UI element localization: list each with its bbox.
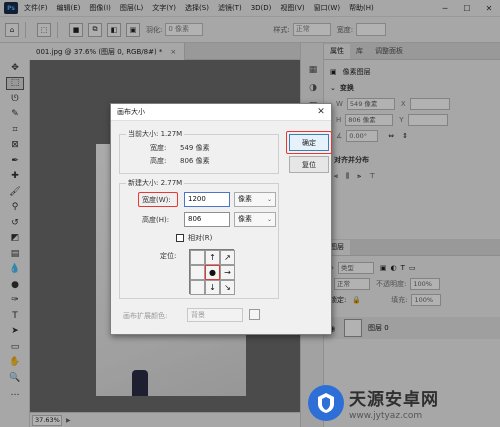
canvas-size-dialog: 画布大小 ✕ 当前大小: 1.27M 宽度: 549 像素 高度: 806 像素…: [110, 103, 332, 335]
watermark-title: 天源安卓网: [349, 389, 439, 410]
chevron-down-icon: ⌄: [266, 216, 272, 223]
arrow-up-right-icon: ↗: [224, 253, 231, 262]
anchor-top-left[interactable]: [190, 250, 205, 265]
arrow-up-icon: ↑: [209, 253, 216, 262]
current-size-label: 当前大小: 1.27M: [126, 129, 185, 139]
extension-color-select[interactable]: 背景: [187, 308, 243, 322]
current-width-label: 宽度:: [150, 144, 167, 152]
anchor-top-right[interactable]: ↗: [220, 250, 235, 265]
height-input[interactable]: 806: [184, 212, 230, 227]
anchor-grid: ↑ ↗ ● → ↓ ↘: [189, 249, 235, 295]
extension-color-swatch[interactable]: [249, 309, 260, 320]
width-input[interactable]: 1200: [184, 192, 230, 207]
width-unit-value: 像素: [238, 195, 252, 203]
anchor-dot-icon: ●: [209, 268, 216, 277]
anchor-top-center[interactable]: ↑: [205, 250, 220, 265]
watermark: 天源安卓网 www.jytyaz.com: [308, 380, 498, 425]
watermark-url: www.jytyaz.com: [349, 410, 423, 421]
width-label-highlight: [138, 192, 178, 207]
height-unit-select[interactable]: 像素 ⌄: [234, 212, 276, 227]
current-height-value: 806 像素: [180, 157, 210, 165]
anchor-middle-right[interactable]: →: [220, 265, 235, 280]
anchor-middle-center[interactable]: ●: [205, 265, 220, 280]
new-size-label: 新建大小: 2.77M: [126, 178, 185, 188]
relative-label: 相对(R): [188, 234, 213, 242]
anchor-bottom-left[interactable]: [190, 280, 205, 295]
height-unit-value: 像素: [238, 215, 252, 223]
current-height-label: 高度:: [150, 157, 167, 165]
reset-button[interactable]: 复位: [289, 156, 329, 173]
extension-color-label: 画布扩展颜色:: [123, 312, 168, 320]
arrow-down-icon: ↓: [209, 283, 216, 292]
current-width-value: 549 像素: [180, 144, 210, 152]
arrow-right-icon: →: [224, 268, 231, 277]
anchor-middle-left[interactable]: [190, 265, 205, 280]
relative-checkbox[interactable]: [176, 234, 184, 242]
arrow-down-right-icon: ↘: [224, 283, 231, 292]
width-unit-select[interactable]: 像素 ⌄: [234, 192, 276, 207]
dialog-title: 画布大小: [111, 104, 331, 121]
close-icon[interactable]: ✕: [315, 106, 327, 118]
shield-icon: [318, 392, 334, 413]
anchor-label: 定位:: [160, 252, 177, 260]
watermark-logo: [308, 384, 344, 421]
chevron-down-icon: ⌄: [266, 196, 272, 203]
anchor-bottom-right[interactable]: ↘: [220, 280, 235, 295]
ok-button[interactable]: 确定: [289, 134, 329, 151]
extension-color-value: 背景: [191, 311, 205, 319]
height-label: 高度(H):: [142, 216, 170, 224]
anchor-bottom-center[interactable]: ↓: [205, 280, 220, 295]
current-size-group: 当前大小: 1.27M 宽度: 549 像素 高度: 806 像素: [119, 129, 279, 174]
watermark-text: 天源安卓网 www.jytyaz.com: [349, 385, 439, 421]
